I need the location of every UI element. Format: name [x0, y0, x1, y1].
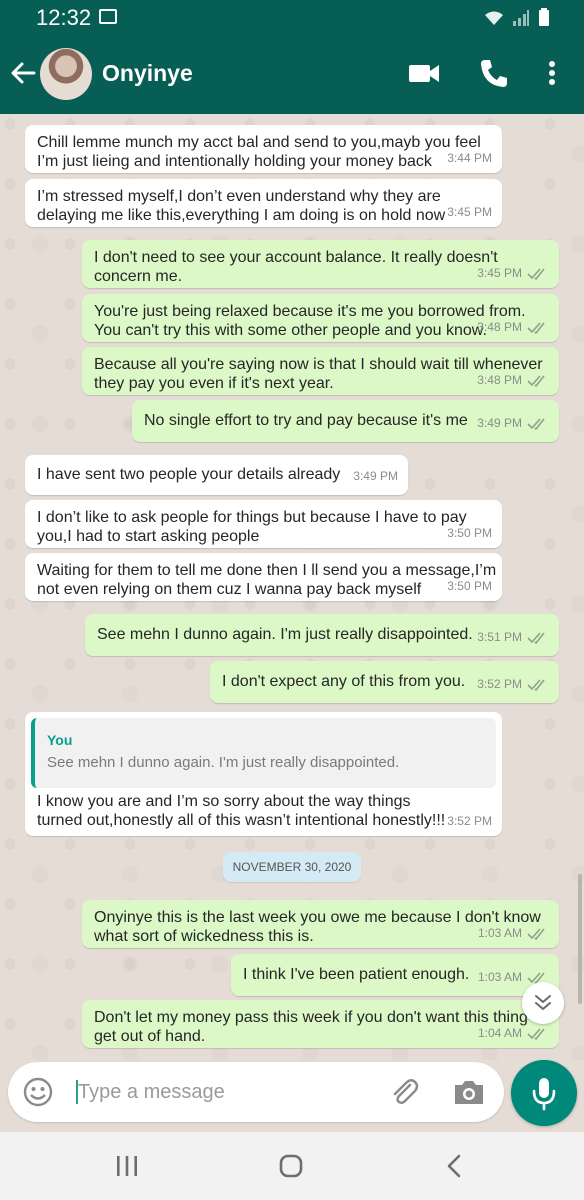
camera-icon[interactable]	[452, 1076, 486, 1108]
message-meta: 3:51 PM	[477, 628, 549, 647]
message-text: I don’t like to ask people for things bu…	[37, 509, 467, 545]
message-outgoing[interactable]: See mehn I dunno again. I'm just really …	[85, 614, 559, 656]
double-check-icon	[527, 631, 545, 644]
message-text: No single effort to try and pay because …	[144, 412, 468, 429]
message-outgoing[interactable]: I don't expect any of this from you. 3:5…	[210, 661, 559, 703]
message-meta: 3:49 PM	[477, 414, 549, 433]
phone-icon[interactable]	[477, 56, 511, 90]
chat-header: Onyinye	[0, 34, 584, 114]
back-arrow-icon[interactable]	[8, 58, 38, 88]
message-time: 3:51 PM	[477, 630, 522, 644]
message-time: 3:45 PM	[477, 266, 522, 280]
message-text: I don't expect any of this from you.	[222, 673, 466, 690]
message-time: 3:52 PM	[477, 677, 522, 691]
system-icons	[484, 8, 550, 26]
message-meta: 3:52 PM	[447, 812, 492, 831]
message-meta: 1:04 AM	[478, 1024, 549, 1043]
double-check-icon	[527, 927, 545, 940]
more-vert-icon[interactable]	[540, 56, 564, 90]
status-bar: 12:32	[0, 0, 584, 34]
message-outgoing[interactable]: Onyinye this is the last week you owe me…	[82, 900, 559, 948]
message-meta: 1:03 AM	[478, 924, 549, 943]
emoji-icon[interactable]	[22, 1076, 54, 1108]
message-incoming-reply[interactable]: You See mehn I dunno again. I'm just rea…	[25, 712, 502, 836]
double-check-icon	[527, 374, 545, 387]
message-meta: 3:49 PM	[353, 467, 398, 486]
message-time: 3:44 PM	[447, 151, 492, 165]
message-time: 3:50 PM	[447, 579, 492, 593]
image-notification-icon	[99, 9, 117, 24]
message-incoming[interactable]: I’m stressed myself,I don’t even underst…	[25, 179, 502, 227]
chat-area[interactable]: Chill lemme munch my acct bal and send t…	[0, 114, 584, 1060]
battery-icon	[539, 8, 549, 26]
message-incoming[interactable]: I don’t like to ask people for things bu…	[25, 500, 502, 548]
message-text: See mehn I dunno again. I'm just really …	[97, 626, 473, 643]
message-input[interactable]	[78, 1076, 378, 1108]
double-check-icon	[527, 267, 545, 280]
attach-icon[interactable]	[388, 1076, 420, 1108]
message-incoming[interactable]: I have sent two people your details alre…	[25, 455, 408, 495]
message-outgoing[interactable]: No single effort to try and pay because …	[132, 400, 559, 442]
message-meta: 3:44 PM	[447, 149, 492, 168]
nav-back-icon[interactable]	[434, 1150, 474, 1182]
message-meta: 3:45 PM	[447, 203, 492, 222]
message-time: 3:52 PM	[447, 814, 492, 828]
message-text: I’m stressed myself,I don’t even underst…	[37, 188, 446, 224]
message-time: 3:50 PM	[447, 526, 492, 540]
mic-icon[interactable]	[511, 1060, 577, 1126]
status-time: 12:32	[36, 5, 92, 30]
home-icon[interactable]	[271, 1150, 311, 1182]
video-call-icon[interactable]	[407, 56, 441, 90]
message-meta: 3:52 PM	[477, 675, 549, 694]
message-text: Waiting for them to tell me done then I …	[37, 562, 497, 598]
message-outgoing[interactable]: Don't let my money pass this week if you…	[82, 1000, 559, 1048]
message-meta: 3:50 PM	[447, 577, 492, 596]
avatar[interactable]	[40, 48, 92, 100]
message-time: 3:45 PM	[447, 205, 492, 219]
message-meta: 3:48 PM	[477, 318, 549, 337]
recent-apps-icon[interactable]	[107, 1150, 147, 1182]
message-outgoing[interactable]: You're just being relaxed because it's m…	[82, 294, 559, 342]
message-time: 3:48 PM	[477, 373, 522, 387]
double-check-icon	[527, 1027, 545, 1040]
message-meta: 3:48 PM	[477, 371, 549, 390]
message-text: Onyinye this is the last week you owe me…	[94, 909, 541, 945]
message-text: I have sent two people your details alre…	[37, 466, 341, 483]
scrollbar[interactable]	[578, 874, 582, 1004]
message-time: 1:03 AM	[477, 970, 522, 984]
message-time: 1:03 AM	[477, 926, 522, 940]
message-time: 3:49 PM	[353, 469, 398, 483]
scroll-down-icon[interactable]	[522, 982, 564, 1024]
message-outgoing[interactable]: Because all you're saying now is that I …	[82, 347, 559, 395]
wifi-icon	[485, 11, 503, 25]
double-check-icon	[527, 321, 545, 334]
date-divider: NOVEMBER 30, 2020	[223, 852, 361, 882]
system-navigation-bar	[0, 1132, 584, 1200]
message-time: 1:04 AM	[477, 1026, 522, 1040]
message-text: I think I've been patient enough.	[243, 966, 470, 983]
message-outgoing[interactable]: I think I've been patient enough. 1:03 A…	[231, 954, 559, 996]
message-incoming[interactable]: Waiting for them to tell me done then I …	[25, 553, 502, 601]
message-incoming[interactable]: Chill lemme munch my acct bal and send t…	[25, 125, 502, 173]
quoted-message[interactable]: You See mehn I dunno again. I'm just rea…	[31, 718, 496, 788]
message-outgoing[interactable]: I don't need to see your account balance…	[82, 240, 559, 288]
message-composer	[8, 1062, 504, 1122]
double-check-icon	[527, 417, 545, 430]
message-meta: 3:50 PM	[447, 524, 492, 543]
message-text: I know you are and I’m so sorry about th…	[37, 793, 446, 829]
message-time: 3:49 PM	[477, 416, 522, 430]
double-check-icon	[527, 678, 545, 691]
message-time: 3:48 PM	[477, 320, 522, 334]
quote-author: You	[47, 732, 73, 748]
contact-name[interactable]: Onyinye	[102, 60, 193, 87]
message-text: Chill lemme munch my acct bal and send t…	[37, 134, 481, 170]
quote-text: See mehn I dunno again. I'm just really …	[47, 754, 400, 771]
message-meta: 3:45 PM	[477, 264, 549, 283]
signal-icon	[513, 10, 529, 26]
